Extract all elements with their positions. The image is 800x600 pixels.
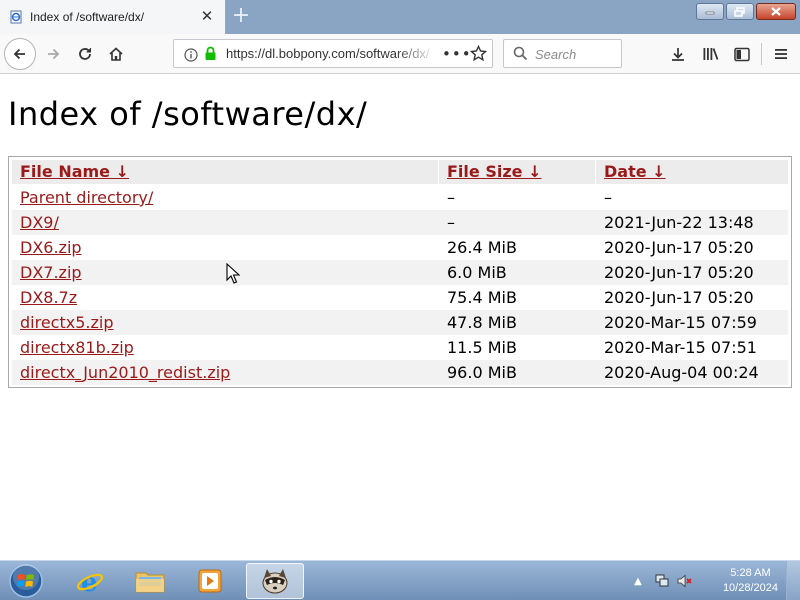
window-controls bbox=[696, 3, 796, 20]
file-size: 75.4 MiB bbox=[447, 288, 517, 307]
file-size: 6.0 MiB bbox=[447, 263, 507, 282]
back-button[interactable] bbox=[4, 38, 36, 70]
file-date: 2020-Jun-17 05:20 bbox=[604, 238, 754, 257]
file-link[interactable]: Parent directory/ bbox=[20, 188, 153, 207]
file-link[interactable]: directx5.zip bbox=[20, 313, 113, 332]
sort-by-date-link[interactable]: Date ↓ bbox=[604, 162, 666, 181]
start-button[interactable] bbox=[6, 563, 46, 599]
url-fade bbox=[396, 42, 436, 66]
table-row: DX6.zip 26.4 MiB 2020-Jun-17 05:20 bbox=[12, 235, 788, 260]
taskbar-internet-explorer[interactable]: e bbox=[63, 563, 117, 599]
search-icon bbox=[513, 46, 528, 65]
file-date: 2020-Mar-15 07:51 bbox=[604, 338, 757, 357]
folder-icon bbox=[135, 572, 165, 593]
file-size: 26.4 MiB bbox=[447, 238, 517, 257]
search-input[interactable]: Search bbox=[535, 47, 576, 62]
address-bar[interactable]: https://dl.bobpony.com/software/dx/ ••• bbox=[173, 39, 493, 68]
show-desktop-button[interactable] bbox=[786, 561, 800, 600]
file-listing-table: File Name ↓ File Size ↓ Date ↓ Parent di… bbox=[8, 156, 792, 388]
reload-button[interactable] bbox=[70, 39, 100, 69]
taskbar-file-explorer[interactable] bbox=[123, 563, 177, 599]
file-date: 2020-Mar-15 07:59 bbox=[604, 313, 757, 332]
column-header-name-cell: File Name ↓ bbox=[12, 160, 436, 184]
bookmark-star-icon[interactable] bbox=[469, 44, 488, 66]
library-icon[interactable] bbox=[695, 39, 725, 69]
column-divider bbox=[595, 160, 596, 184]
table-row: Parent directory/ – – bbox=[12, 185, 788, 210]
system-tray: ▲ 5:28 AM 10/28/2024 bbox=[634, 561, 800, 600]
forward-button[interactable] bbox=[38, 39, 68, 69]
table-header-row: File Name ↓ File Size ↓ Date ↓ bbox=[12, 160, 788, 184]
network-icon[interactable] bbox=[654, 573, 670, 589]
table-row: directx5.zip 47.8 MiB 2020-Mar-15 07:59 bbox=[12, 310, 788, 335]
file-size: 11.5 MiB bbox=[447, 338, 517, 357]
file-date: 2020-Jun-17 05:20 bbox=[604, 288, 754, 307]
tab-strip: Index of /software/dx/ ✕ + bbox=[0, 0, 800, 34]
info-icon[interactable] bbox=[184, 47, 198, 66]
page-actions-icon[interactable]: ••• bbox=[442, 45, 472, 63]
table-row: DX7.zip 6.0 MiB 2020-Jun-17 05:20 bbox=[12, 260, 788, 285]
search-box[interactable]: Search bbox=[503, 39, 622, 68]
file-size: – bbox=[447, 188, 455, 207]
lock-icon[interactable] bbox=[204, 46, 217, 65]
table-row: directx81b.zip 11.5 MiB 2020-Mar-15 07:5… bbox=[12, 335, 788, 360]
tab-active[interactable]: Index of /software/dx/ ✕ bbox=[0, 0, 226, 34]
clock-date: 10/28/2024 bbox=[722, 582, 778, 594]
tab-title: Index of /software/dx/ bbox=[30, 10, 145, 24]
taskbar: e ▲ 5:28 AM 10/28/2024 bbox=[0, 560, 800, 600]
volume-muted-icon[interactable] bbox=[677, 573, 693, 589]
file-link[interactable]: DX7.zip bbox=[20, 263, 82, 282]
internet-explorer-icon: e bbox=[76, 568, 104, 596]
file-size: – bbox=[447, 213, 455, 232]
close-window-button[interactable] bbox=[756, 3, 796, 20]
file-date: 2020-Aug-04 00:24 bbox=[604, 363, 759, 382]
column-header-date-cell: Date ↓ bbox=[598, 160, 788, 184]
file-date: – bbox=[604, 188, 612, 207]
file-size: 96.0 MiB bbox=[447, 363, 517, 382]
column-header-size-cell: File Size ↓ bbox=[441, 160, 593, 184]
minimize-button[interactable] bbox=[696, 3, 724, 20]
table-row: DX9/ – 2021-Jun-22 13:48 bbox=[12, 210, 788, 235]
file-date: 2021-Jun-22 13:48 bbox=[604, 213, 754, 232]
clock[interactable]: 5:28 AM 10/28/2024 bbox=[723, 566, 778, 596]
file-link[interactable]: DX8.7z bbox=[20, 288, 77, 307]
file-size: 47.8 MiB bbox=[447, 313, 517, 332]
raccoon-browser-icon bbox=[262, 569, 288, 594]
file-link[interactable]: directx81b.zip bbox=[20, 338, 134, 357]
mouse-cursor-icon bbox=[226, 263, 240, 284]
column-divider bbox=[438, 160, 439, 184]
svg-text:e: e bbox=[81, 568, 98, 596]
file-date: 2020-Jun-17 05:20 bbox=[604, 263, 754, 282]
taskbar-firefox[interactable] bbox=[246, 563, 304, 599]
home-button[interactable] bbox=[101, 39, 131, 69]
page-icon bbox=[8, 9, 24, 25]
new-tab-icon[interactable]: + bbox=[230, 4, 252, 28]
sort-by-size-link[interactable]: File Size ↓ bbox=[447, 162, 541, 181]
clock-time: 5:28 AM bbox=[730, 567, 771, 579]
toolbar-divider bbox=[761, 43, 762, 65]
restore-button[interactable] bbox=[726, 3, 754, 20]
menu-icon[interactable] bbox=[766, 39, 796, 69]
sort-by-name-link[interactable]: File Name ↓ bbox=[20, 162, 129, 181]
navigation-toolbar: https://dl.bobpony.com/software/dx/ ••• … bbox=[0, 34, 800, 74]
file-link[interactable]: DX6.zip bbox=[20, 238, 82, 257]
close-tab-icon[interactable]: ✕ bbox=[199, 8, 215, 24]
page-content: Index of /software/dx/ File Name ↓ File … bbox=[0, 75, 800, 560]
file-link[interactable]: directx_Jun2010_redist.zip bbox=[20, 363, 230, 382]
sidebar-icon[interactable] bbox=[727, 39, 757, 69]
table-row: directx_Jun2010_redist.zip 96.0 MiB 2020… bbox=[12, 360, 788, 385]
file-link[interactable]: DX9/ bbox=[20, 213, 59, 232]
table-row: DX8.7z 75.4 MiB 2020-Jun-17 05:20 bbox=[12, 285, 788, 310]
media-player-icon bbox=[198, 569, 222, 593]
taskbar-media-player[interactable] bbox=[183, 563, 237, 599]
page-title: Index of /software/dx/ bbox=[8, 95, 368, 133]
show-hidden-icons-icon[interactable]: ▲ bbox=[630, 573, 646, 589]
downloads-icon[interactable] bbox=[663, 39, 693, 69]
